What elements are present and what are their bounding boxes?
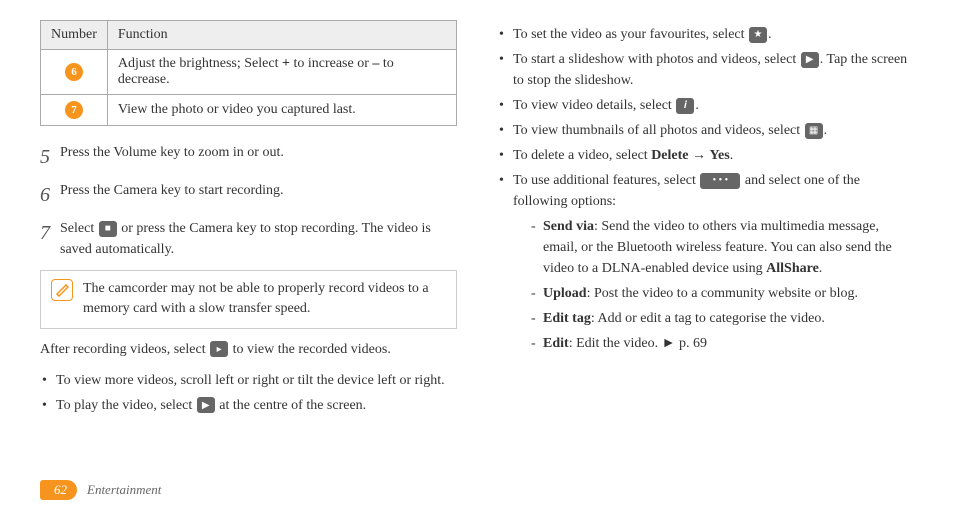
row-number-badge: 7	[65, 101, 83, 119]
left-column: Number Function 6 Adjust the brightness;…	[40, 20, 457, 420]
th-number: Number	[41, 21, 108, 50]
sub-options-list: Send via: Send the video to others via m…	[529, 216, 914, 354]
star-icon: ★	[749, 27, 767, 43]
step-text: Select ■ or press the Camera key to stop…	[60, 218, 457, 260]
note-icon	[51, 279, 73, 301]
after-recording-para: After recording videos, select ▸ to view…	[40, 339, 457, 360]
list-item: To delete a video, select Delete → Yes.	[497, 145, 914, 166]
step-number: 6	[40, 180, 50, 210]
row-function: View the photo or video you captured las…	[107, 95, 456, 126]
grid-icon: ▦	[805, 123, 823, 139]
table-row: 6 Adjust the brightness; Select + to inc…	[41, 50, 457, 95]
list-item: To set the video as your favourites, sel…	[497, 24, 914, 45]
step: 5 Press the Volume key to zoom in or out…	[40, 142, 457, 172]
play-icon: ▶	[197, 397, 215, 413]
page-number: 62	[40, 480, 77, 500]
list-item: To view thumbnails of all photos and vid…	[497, 120, 914, 141]
function-table: Number Function 6 Adjust the brightness;…	[40, 20, 457, 126]
list-item: To view more videos, scroll left or righ…	[40, 370, 457, 391]
list-item: Edit: Edit the video. ► p. 69	[529, 333, 914, 354]
list-item: To start a slideshow with photos and vid…	[497, 49, 914, 91]
forward-icon: ▸	[210, 341, 228, 357]
list-item: Send via: Send the video to others via m…	[529, 216, 914, 279]
table-row: 7 View the photo or video you captured l…	[41, 95, 457, 126]
right-bullet-list: To set the video as your favourites, sel…	[497, 24, 914, 354]
stop-icon: ■	[99, 221, 117, 237]
step-number: 5	[40, 142, 50, 172]
left-bullet-list: To view more videos, scroll left or righ…	[40, 370, 457, 416]
note-box: The camcorder may not be able to properl…	[40, 270, 457, 329]
list-item: Edit tag: Add or edit a tag to categoris…	[529, 308, 914, 329]
play-icon: ▶	[801, 52, 819, 68]
step: 7 Select ■ or press the Camera key to st…	[40, 218, 457, 260]
note-text: The camcorder may not be able to properl…	[83, 279, 446, 320]
list-item: To view video details, select 𝒊.	[497, 95, 914, 116]
more-icon: • • •	[700, 173, 740, 189]
row-number-badge: 6	[65, 63, 83, 81]
list-item: To play the video, select ▶ at the centr…	[40, 395, 457, 416]
th-function: Function	[107, 21, 456, 50]
section-name: Entertainment	[87, 482, 161, 498]
step-number: 7	[40, 218, 50, 260]
list-item: Upload: Post the video to a community we…	[529, 283, 914, 304]
row-function: Adjust the brightness; Select + to incre…	[107, 50, 456, 95]
list-item: To use additional features, select • • •…	[497, 170, 914, 354]
step: 6 Press the Camera key to start recordin…	[40, 180, 457, 210]
info-icon: 𝒊	[676, 98, 694, 114]
step-text: Press the Camera key to start recording.	[60, 180, 457, 210]
right-column: To set the video as your favourites, sel…	[497, 20, 914, 420]
step-text: Press the Volume key to zoom in or out.	[60, 142, 457, 172]
page-footer: 62 Entertainment	[40, 480, 161, 500]
